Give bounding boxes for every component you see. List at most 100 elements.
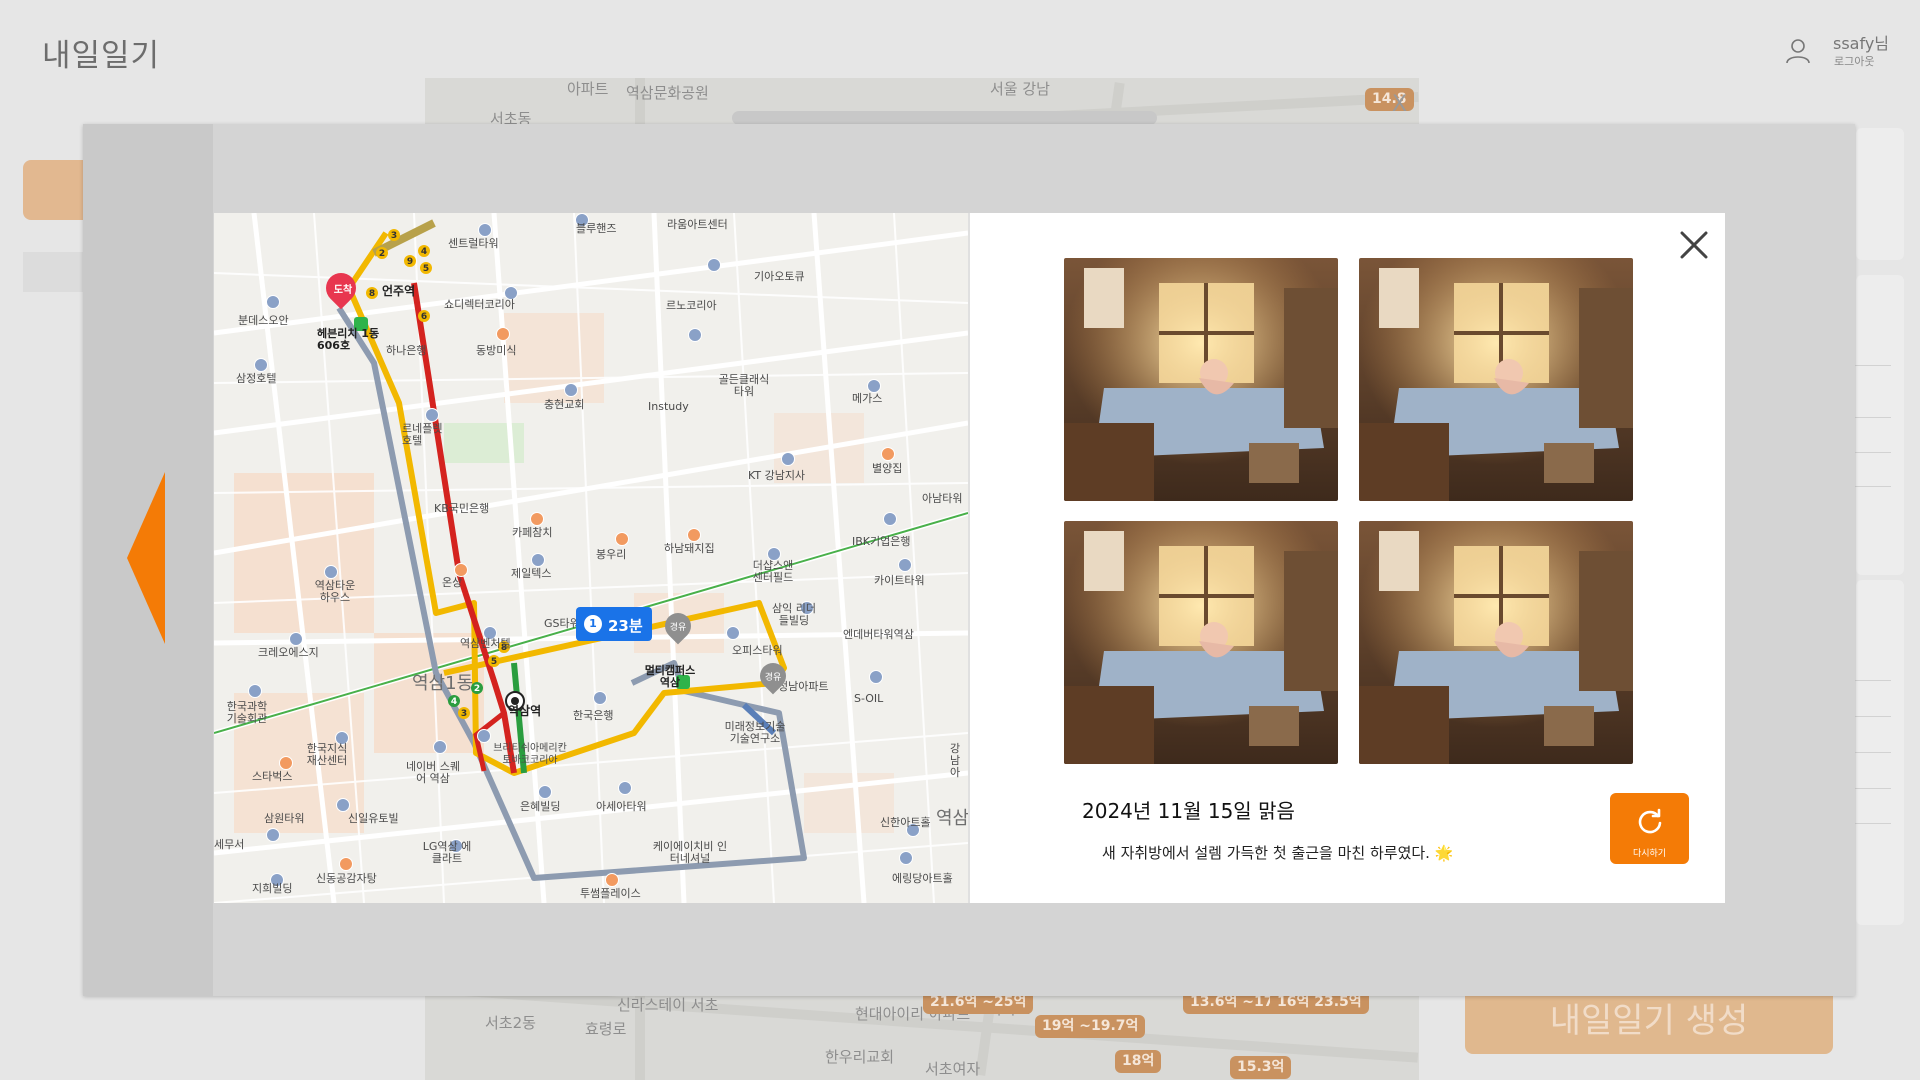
diary-image[interactable] [1359,521,1633,764]
diary-text: 새 자취방에서 설렘 가득한 첫 출근을 마친 하루였다. 🌟 [1102,844,1454,862]
svg-text:5: 5 [491,657,497,667]
map-place-label: 르노코리아 [666,299,717,312]
route-number: 1 [584,615,602,633]
app-logo[interactable]: 내일일기 [42,30,160,75]
bg-map-label: 신라스테이 서초 [617,996,719,1014]
diary-image[interactable] [1064,258,1338,501]
map-place-label: KB국민은행 [434,502,490,515]
prev-arrow-icon[interactable] [127,472,165,644]
map-place-label: 라움아트센터 [667,218,728,231]
svg-text:4: 4 [421,247,427,257]
map-place-label: 브리티쉬아메리칸 토바코코리아 [493,743,567,766]
bg-right-panel [1856,128,1904,260]
map-place-label: 아세아타워 [596,800,647,813]
top-bar: 내일일기 ssafy님 로그아웃 [0,0,1920,78]
bg-map-label: 한우리교회 [825,1048,895,1066]
map-place-label: 엔데버타워역삼 [843,628,914,641]
map-area-label: 역삼1동 [412,673,474,694]
map-place-label: 삼정호텔 [236,372,277,385]
map-place-label: 언주역 [382,284,416,298]
svg-text:2: 2 [379,249,385,259]
map-place-label: 분데스오안 [238,314,289,327]
route-map-graphic: 3 2 4 9 5 8 6 8 5 2 3 4 [214,213,968,903]
map-place-label: 오피스타워 [732,644,783,657]
map-place-label: 헤븐리치 1동 606호 [317,327,380,352]
map-place-label: 한국과학 기술회관 [226,700,268,725]
map-place-label: 온상 [442,576,463,589]
bg-right-panel [1856,275,1904,575]
map-place-label: 별양집 [872,462,903,475]
map-place-label: 삼익 리더들빌딩 [772,602,816,627]
map-place-label: 크레오에스지 [258,646,319,659]
svg-text:8: 8 [369,289,375,299]
map-area-label: 역삼2 [936,808,970,829]
arrival-label: 도착 [333,285,353,296]
bg-map-label: 서울 강남 [990,80,1050,98]
svg-text:2: 2 [474,684,480,694]
map-place-label: 네이버 스퀘어 역삼 [405,760,461,785]
map-place-label: 강남 아 [950,742,961,779]
map-place-label: 카페참치 [512,526,553,539]
map-place-label: 쇼디렉터코리아 [444,298,515,311]
price-pin[interactable]: 15.3억 [1230,1056,1292,1079]
map-place-label: 하남돼지집 [664,542,715,555]
map-place-label: 센트럴타워 [448,237,499,250]
user-icon[interactable] [1783,36,1813,66]
map-place-label: 세무서 [214,838,245,851]
bg-search-bar [732,111,1157,125]
logout-link[interactable]: 로그아웃 [1834,53,1874,69]
map-place-label: S-OIL [854,692,884,705]
travel-time: 23분 [608,617,643,635]
diary-image[interactable] [1359,258,1633,501]
map-place-label: 아남타워 [922,492,963,505]
price-pin[interactable]: 18억 [1115,1050,1162,1073]
map-place-label: 신동공감자탕 [316,872,377,885]
diary-image[interactable] [1064,521,1338,764]
map-place-label: IBK기업은행 [852,535,911,548]
svg-text:3: 3 [461,709,467,719]
map-place-label: 르네플렛 호텔 [402,422,443,447]
map-place-label: 멀티캠퍼스 역삼 [644,664,696,689]
retry-label: 다시하기 [1632,849,1667,859]
map-place-label: 봉우리 [596,548,627,561]
price-pin[interactable]: 19억 ~19.7억 [1035,1015,1146,1038]
map-place-label: 카이트타워 [874,574,925,587]
bg-map-label: 역삼문화공원 [626,84,709,102]
map-place-label: 골든클래식 타워 [718,373,770,398]
map-place-label: 제일텍스 [511,567,552,580]
map-place-label: 신한아트홀 [880,816,931,829]
svg-text:4: 4 [451,697,457,707]
travel-time-badge[interactable]: 1 23분 [576,607,652,641]
bg-close-icon[interactable]: X [1392,92,1407,117]
map-place-label: 하나은행 [386,344,427,357]
map-place-label: GS타워 [544,617,580,630]
waypoint-label: 경유 [764,673,782,683]
map-place-label: 지희빌딩 [252,882,293,895]
svg-text:3: 3 [391,231,397,241]
map-place-label: 미래정보기술 기술연구소 [724,720,786,745]
map-place-label: 스타벅스 [252,770,293,783]
user-name: ssafy님 [1833,34,1890,53]
map-place-label: 기아오토큐 [754,270,805,283]
generate-diary-button[interactable]: 내일일기 생성 [1465,988,1833,1054]
close-icon[interactable] [1674,225,1714,265]
map-place-label: 역삼타운 하우스 [314,579,356,604]
bg-map-label: 서초2동 [485,1014,536,1032]
map-place-label: LG역삼 에클라트 [422,840,472,865]
map-place-label: 에링당아트홀 [892,872,953,885]
route-map[interactable]: 3 2 4 9 5 8 6 8 5 2 3 4 센트럴타워 블루핸즈 라움아트센… [214,213,970,903]
map-place-label: 투썸플레이스 [580,887,641,900]
bg-map-label: 아파트 [567,80,609,98]
map-place-label: 케이에이치비 인터네셔널 [652,840,728,865]
map-place-label: 신일유토빌 [348,812,399,825]
bg-map-label: 서초여자 [925,1060,981,1078]
svg-text:5: 5 [423,264,429,274]
map-place-label: KT 강남지사 [748,469,806,482]
map-place-label: 역삼벤처텔 [460,637,511,650]
bg-map-label: 효령로 [585,1020,627,1038]
retry-button[interactable]: 다시하기 [1610,793,1689,864]
map-place-label: 블루핸즈 [576,222,617,235]
diary-date-weather: 2024년 11월 15일 맑음 [1082,799,1295,823]
svg-text:6: 6 [421,312,427,322]
svg-text:9: 9 [407,257,413,267]
